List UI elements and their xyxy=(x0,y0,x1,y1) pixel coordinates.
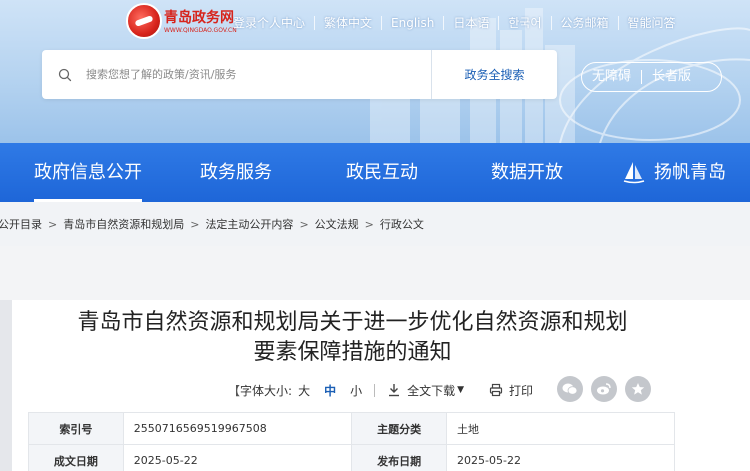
nav-open-data[interactable]: 数据开放 xyxy=(491,143,563,202)
chevron-down-icon: ▼ xyxy=(457,385,465,395)
meta-key: 成文日期 xyxy=(28,444,124,471)
share-buttons xyxy=(557,376,659,402)
breadcrumb-item[interactable]: 行政公文 xyxy=(380,216,424,232)
bracket-open: 【 xyxy=(228,383,241,398)
table-row: 成文日期 2025-05-22 发布日期 2025-05-22 xyxy=(28,444,675,471)
breadcrumb-separator: > xyxy=(48,217,58,231)
article-title-line2: 要素保障措施的通知 xyxy=(253,340,452,365)
toolbar-divider xyxy=(476,384,477,397)
breadcrumb-separator: > xyxy=(190,217,200,231)
printer-icon xyxy=(489,383,503,397)
article-title: 青岛市自然资源和规划局关于进一步优化自然资源和规划 要素保障措施的通知 xyxy=(0,308,705,368)
breadcrumb-item[interactable]: 法定主动公开内容 xyxy=(205,216,293,232)
search-input[interactable] xyxy=(86,68,431,81)
meta-key: 索引号 xyxy=(28,412,124,445)
nav-government-services[interactable]: 政务服务 xyxy=(200,143,272,202)
breadcrumb-item[interactable]: 公文法规 xyxy=(315,216,359,232)
download-icon xyxy=(389,384,400,397)
meta-value: 土地 xyxy=(446,412,675,445)
topnav-english[interactable]: English xyxy=(381,16,443,30)
share-weibo-button[interactable] xyxy=(591,376,617,402)
document-meta-table: 索引号 2550716569519967508 主题分类 土地 成文日期 202… xyxy=(28,412,675,471)
meta-value: 2025-05-22 xyxy=(446,444,675,471)
search-button[interactable]: 政务全搜索 xyxy=(432,66,557,83)
breadcrumb-separator: > xyxy=(299,217,309,231)
nav-public-interaction[interactable]: 政民互动 xyxy=(346,143,418,202)
star-icon xyxy=(631,383,645,395)
breadcrumb-item[interactable]: 公开目录 xyxy=(0,216,42,232)
meta-value: 2025-05-22 xyxy=(122,444,353,471)
barrier-free-button[interactable]: 无障碍 xyxy=(582,70,641,84)
nav-yangfan-qingdao[interactable]: 扬帆青岛 xyxy=(654,143,726,202)
accessibility-toggle-group: 无障碍 长者版 xyxy=(581,62,722,92)
topnav-login[interactable]: 登录个人中心 xyxy=(224,16,314,30)
article-toolbar: 【 字体大小: 大 中 小 全文下载 ▼ 打印 xyxy=(228,378,533,402)
main-nav: 政府信息公开 政务服务 政民互动 数据开放 扬帆青岛 xyxy=(0,143,750,202)
topnav-traditional-chinese[interactable]: 繁体中文 xyxy=(314,16,381,30)
wechat-icon xyxy=(562,383,578,395)
font-size-large[interactable]: 大 xyxy=(298,382,310,399)
font-size-small[interactable]: 小 xyxy=(350,382,362,399)
meta-value: 2550716569519967508 xyxy=(122,412,353,445)
meta-key: 发布日期 xyxy=(351,444,448,471)
share-wechat-button[interactable] xyxy=(557,376,583,402)
search-icon xyxy=(58,68,72,81)
breadcrumb-item[interactable]: 青岛市自然资源和规划局 xyxy=(63,216,184,232)
topnav-official-mail[interactable]: 公务邮箱 xyxy=(550,16,618,30)
header-hero: 青岛政务网 WWW.QINGDAO.GOV.CN 登录个人中心 繁体中文 Eng… xyxy=(0,0,750,143)
sail-icon xyxy=(623,162,645,184)
topnav-japanese[interactable]: 日本语 xyxy=(443,16,498,30)
site-logo[interactable]: 青岛政务网 WWW.QINGDAO.GOV.CN xyxy=(126,3,237,41)
breadcrumb: 公开目录 > 青岛市自然资源和规划局 > 法定主动公开内容 > 公文法规 > 行… xyxy=(0,202,750,246)
toolbar-divider xyxy=(374,383,376,397)
topnav-smart-qa[interactable]: 智能问答 xyxy=(617,16,685,30)
print-button[interactable]: 打印 xyxy=(509,382,533,399)
font-size-medium[interactable]: 中 xyxy=(324,382,336,399)
font-size-label: 字体大小: xyxy=(240,383,293,398)
topnav-korean[interactable]: 한국어 xyxy=(498,16,550,30)
breadcrumb-separator: > xyxy=(364,217,374,231)
logo-emblem-icon xyxy=(126,3,162,39)
top-utility-nav: 登录个人中心 繁体中文 English 日本语 한국어 公务邮箱 智能问答 xyxy=(224,14,685,32)
download-button[interactable]: 全文下载 xyxy=(407,382,455,399)
meta-key: 主题分类 xyxy=(351,412,448,445)
nav-government-info[interactable]: 政府信息公开 xyxy=(34,143,142,202)
weibo-icon xyxy=(597,383,611,395)
search-bar: 政务全搜索 xyxy=(42,50,557,99)
article-title-line1: 青岛市自然资源和规划局关于进一步优化自然资源和规划 xyxy=(77,310,628,335)
favorite-button[interactable] xyxy=(625,376,651,402)
table-row: 索引号 2550716569519967508 主题分类 土地 xyxy=(28,412,675,445)
elder-mode-button[interactable]: 长者版 xyxy=(641,70,701,84)
